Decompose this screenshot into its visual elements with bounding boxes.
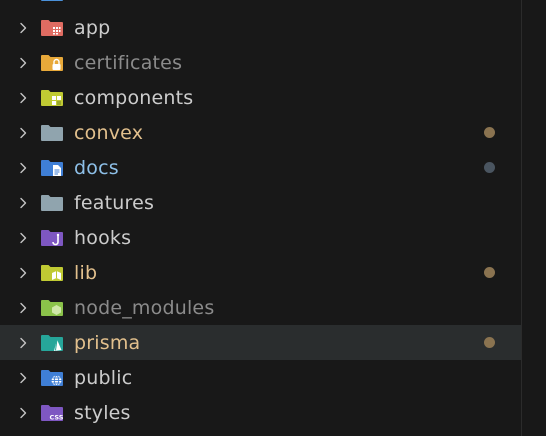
chevron-right-icon[interactable]	[17, 232, 29, 244]
folder-label: prisma	[74, 331, 141, 354]
folder-row-styles[interactable]: CSS styles	[0, 395, 522, 430]
chevron-right-icon[interactable]	[17, 127, 29, 139]
grid-folder-icon	[40, 19, 64, 37]
folder-row-app[interactable]: app	[0, 10, 522, 45]
folder-label: components	[74, 86, 194, 109]
folder-icon	[40, 124, 64, 142]
svg-text:CSS: CSS	[50, 413, 64, 421]
chevron-right-icon[interactable]	[17, 337, 29, 349]
folder-label: public	[74, 366, 133, 389]
git-status-dot	[484, 267, 495, 278]
folder-label: hooks	[74, 226, 132, 249]
book-folder-icon	[40, 264, 64, 282]
git-status-dot	[484, 337, 495, 348]
folder-label: certificates	[74, 51, 183, 74]
blocks-folder-icon	[40, 89, 64, 107]
folder-row-node-modules[interactable]: node_modules	[0, 290, 522, 325]
chevron-right-icon[interactable]	[17, 22, 29, 34]
folder-row-partial-folder[interactable]	[0, 0, 522, 10]
vertical-scrollbar[interactable]	[521, 0, 546, 436]
chevron-right-icon[interactable]	[17, 92, 29, 104]
folder-row-features[interactable]: features	[0, 185, 522, 220]
file-explorer: app certificates components convex docs featu…	[0, 0, 546, 436]
folder-row-prisma[interactable]: prisma	[0, 325, 522, 360]
folder-label: docs	[74, 156, 119, 179]
prism-folder-icon	[40, 334, 64, 352]
folder-row-public[interactable]: public	[0, 360, 522, 395]
chevron-right-icon[interactable]	[17, 162, 29, 174]
folder-row-certificates[interactable]: certificates	[0, 45, 522, 80]
doc-folder-icon	[40, 159, 64, 177]
folder-row-components[interactable]: components	[0, 80, 522, 115]
chevron-right-icon[interactable]	[17, 267, 29, 279]
hook-folder-icon	[40, 229, 64, 247]
chevron-right-icon[interactable]	[17, 372, 29, 384]
folder-label: styles	[74, 401, 131, 424]
folder-row-docs[interactable]: docs	[0, 150, 522, 185]
folder-row-convex[interactable]: convex	[0, 115, 522, 150]
git-status-dot	[484, 127, 495, 138]
lock-folder-icon	[40, 54, 64, 72]
hex-folder-icon	[40, 299, 64, 317]
folder-row-lib[interactable]: lib	[0, 255, 522, 290]
git-status-dot	[484, 162, 495, 173]
chevron-right-icon[interactable]	[17, 407, 29, 419]
chevron-right-icon[interactable]	[17, 197, 29, 209]
folder-icon	[40, 0, 64, 2]
folder-label: features	[74, 191, 155, 214]
folder-label: node_modules	[74, 296, 215, 319]
folder-icon	[40, 194, 64, 212]
folder-label: app	[74, 16, 111, 39]
folder-row-hooks[interactable]: hooks	[0, 220, 522, 255]
chevron-right-icon[interactable]	[17, 57, 29, 69]
folder-tree: app certificates components convex docs featu…	[0, 0, 522, 430]
folder-label: convex	[74, 121, 144, 144]
chevron-right-icon[interactable]	[17, 302, 29, 314]
folder-label: lib	[74, 261, 98, 284]
css-folder-icon: CSS	[40, 404, 64, 422]
globe-folder-icon	[40, 369, 64, 387]
